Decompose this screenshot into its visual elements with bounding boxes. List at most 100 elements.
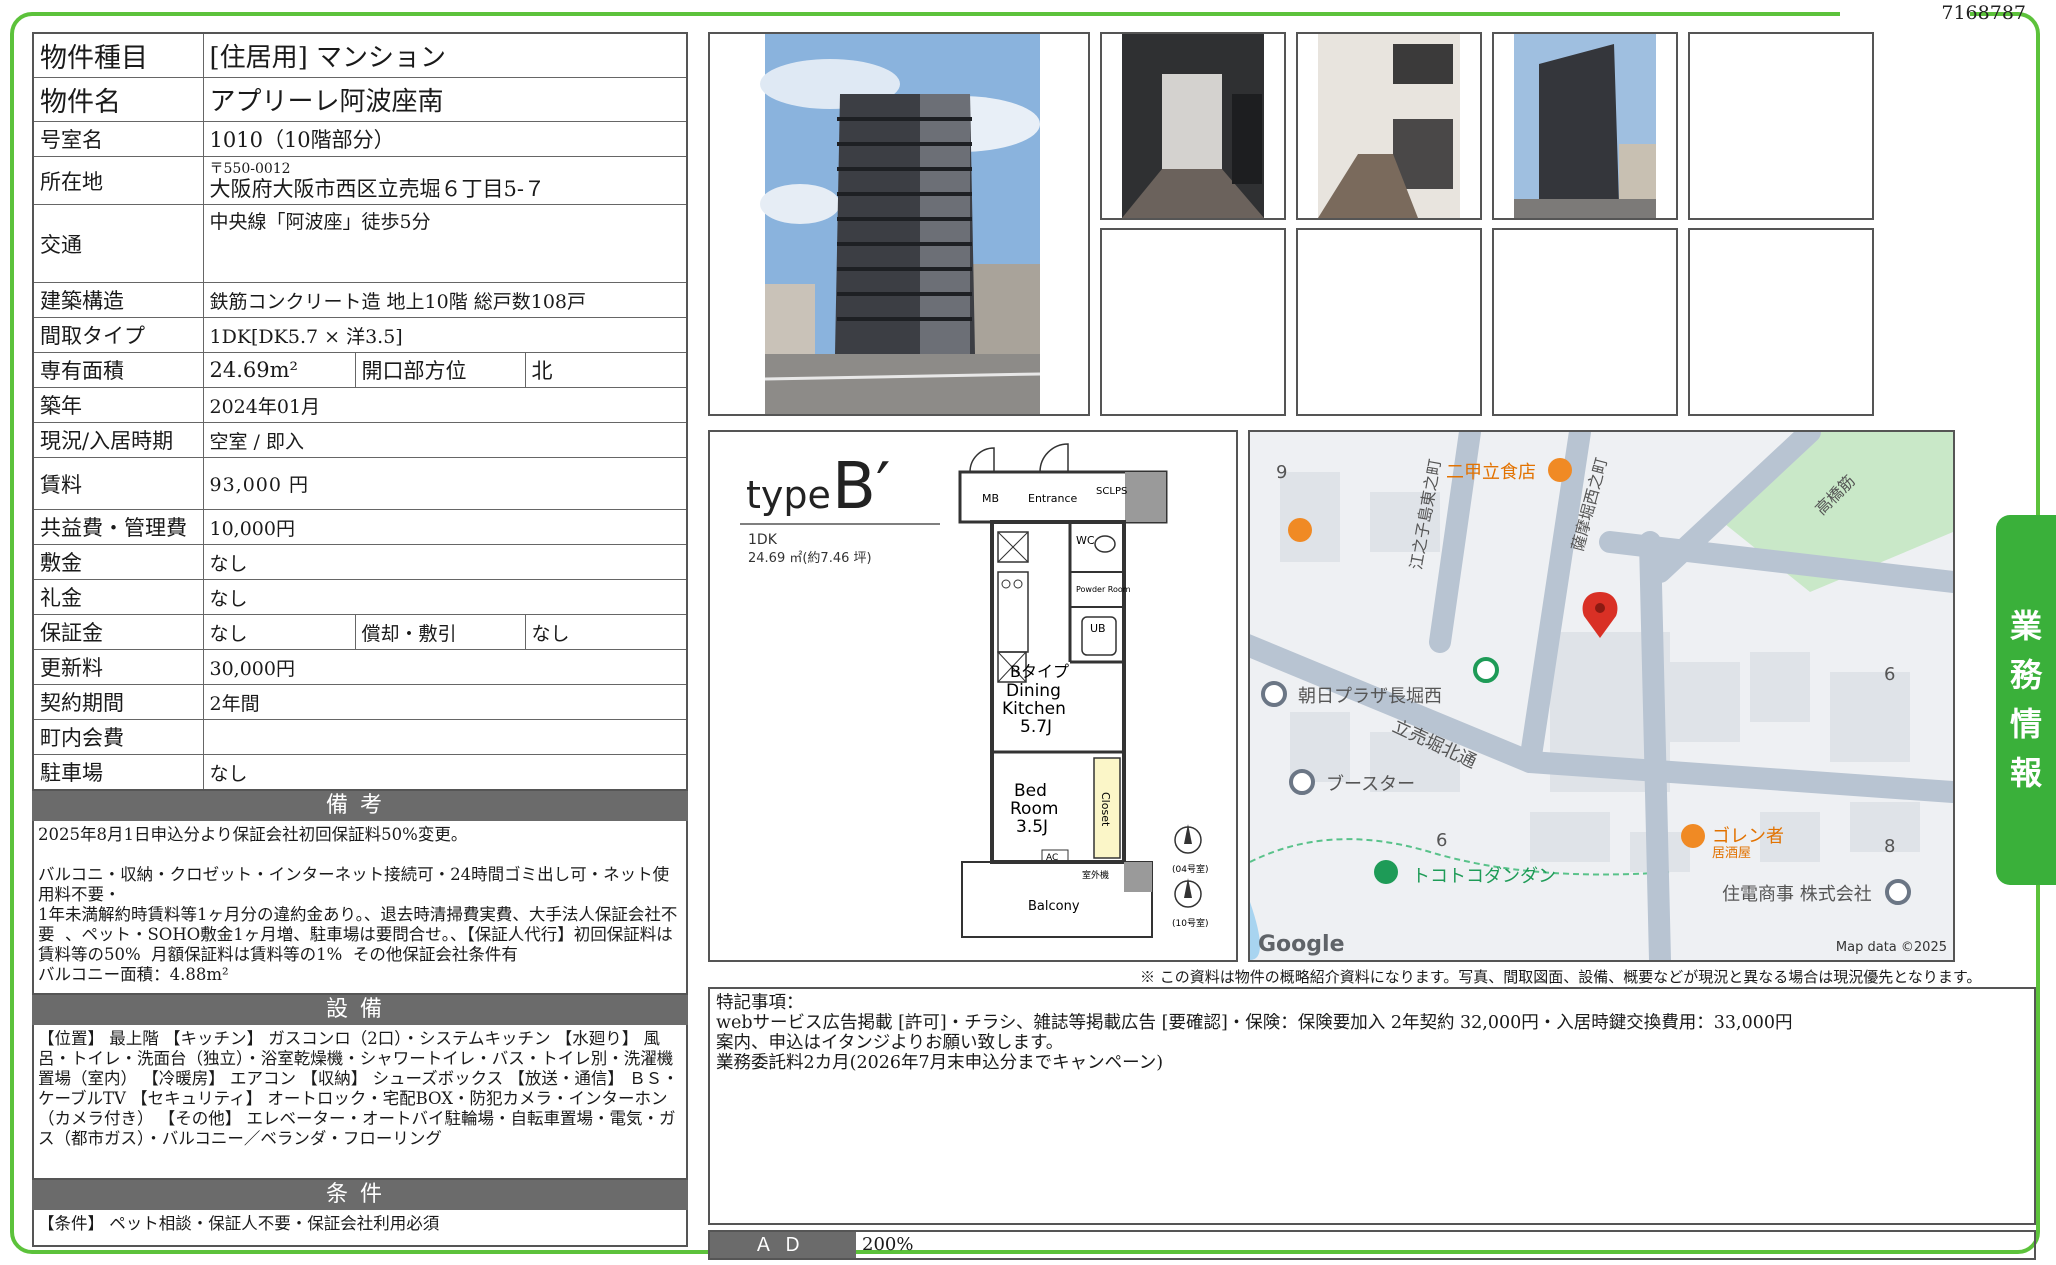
parking-label: 駐車場 [32,754,204,791]
key-money-value: なし [202,579,688,615]
exterior-photo-2[interactable] [1492,32,1678,220]
status-label: 現況/入居時期 [32,422,204,458]
room-value: 1010（10階部分） [202,121,688,157]
floorplan-type-word: type [746,473,831,517]
floor-plan[interactable]: type B′ 1DK 24.69 ㎡(約7.46 坪) MB Entrance… [708,430,1238,962]
document-id: 7168787 [1941,2,2026,24]
floorplan-layout: 1DK [748,532,778,548]
sdl-label: SCL [1096,486,1115,497]
booster-poi-icon[interactable] [1289,769,1315,795]
map-label-izakaya-sub: 居酒屋 [1712,846,1752,861]
direction-label: 開口部方位 [354,352,526,388]
built-value: 2024年01月 [202,387,688,423]
plaza-poi-icon[interactable] [1261,681,1287,707]
map-block-6b: 6 [1436,830,1448,851]
floorplan-area: 24.69 ㎡(約7.46 坪) [748,551,872,566]
equipment-heading: 設備 [32,995,688,1025]
entrance-label: Entrance [1028,492,1078,505]
dk-type-label: Bタイプ [1010,662,1069,681]
rent-label: 賃料 [32,457,204,510]
map-block-6a: 6 [1884,664,1896,685]
tab-char-1: 業 [2009,607,2042,645]
map-label-booster: ブースター [1326,774,1416,795]
rent-value: 93,000 円 [202,457,688,510]
remarks-body: 2025年8月1日申込分より保証会社初回保証料50%変更。 バルコニ・収納・クロ… [32,821,688,995]
food-poi-icon-left[interactable] [1288,518,1312,542]
balcony-label: Balcony [1028,899,1080,914]
photo-slot-empty-5 [1688,228,1874,416]
dk-name-1: Dining [1006,681,1061,701]
map-label-park: トコトコダンダン [1412,866,1556,887]
transport-label: 交通 [32,204,204,283]
park-poi-icon[interactable] [1374,860,1398,884]
interior-room-image [1122,34,1264,218]
dk-name-2: Kitchen [1002,699,1066,719]
company-poi-icon[interactable] [1885,879,1911,905]
ad-row: ＡＤ 200% [708,1230,2036,1260]
business-info-tab[interactable]: 業 務 情 報 [1996,515,2056,885]
transit-poi-icon[interactable] [1473,657,1499,683]
amort-label: 償却・敷引 [354,614,526,650]
area-value: 24.69m² [202,352,356,388]
interior-photo-1[interactable] [1100,32,1286,220]
location-map[interactable]: 二甲立食店 朝日プラザ長堀西 立売堀北通 ブースター トコトコダンダン ゴレン者… [1248,430,1955,962]
address-cell: 〒550-0012 大阪府大阪市西区立売堀６丁目5-７ [202,156,688,205]
map-block-9: 9 [1276,462,1288,483]
ub-label: UB [1090,622,1106,635]
renewal-value: 30,000円 [202,649,688,685]
guarantee-value: なし [202,614,356,650]
layout-value: 1DK[DK5.7 × 洋3.5] [202,317,688,353]
restaurant-poi-icon[interactable] [1548,458,1572,482]
map-label-restaurant: 二甲立食店 [1446,462,1536,483]
equipment-body: 【位置】 最上階 【キッチン】 ガスコンロ（2口）・システムキッチン 【水廻り】… [32,1025,688,1180]
photo-slot-empty-1 [1688,32,1874,220]
transport-value: 中央線「阿波座」徒歩5分 [202,204,688,283]
ad-label: ＡＤ [710,1232,856,1258]
wc-label: WC [1076,534,1095,547]
town-fee-label: 町内会費 [32,719,204,755]
parking-value: なし [202,754,688,791]
address-label: 所在地 [32,156,204,205]
postal-code: 〒550-0012 [209,160,291,177]
property-spec-panel: 物件種目 [住居用] マンション 物件名 アプリーレ阿波座南 号室名 1010（… [32,32,688,1247]
unit-note-2: (10号室) [1172,917,1208,929]
layout-label: 間取タイプ [32,317,204,353]
name-label: 物件名 [32,77,204,122]
interior-photo-2[interactable] [1296,32,1482,220]
map-block-8: 8 [1884,836,1896,857]
contract-value: 2年間 [202,684,688,720]
guarantee-label: 保証金 [32,614,204,650]
map-brand-logo: Google [1258,932,1345,957]
spec-table: 物件種目 [住居用] マンション 物件名 アプリーレ阿波座南 号室名 1010（… [32,32,688,791]
room-label: 号室名 [32,121,204,157]
mb-label: MB [982,492,999,505]
town-fee-value [202,719,688,755]
contract-label: 契約期間 [32,684,204,720]
photo-slot-empty-3 [1296,228,1482,416]
tab-char-4: 報 [2009,754,2042,792]
map-label-plaza: 朝日プラザ長堀西 [1298,686,1442,707]
type-label: 物件種目 [32,32,204,78]
type-value: [住居用] マンション [202,32,688,78]
fee-label: 共益費・管理費 [32,509,204,545]
renewal-label: 更新料 [32,649,204,685]
address-value: 大阪府大阪市西区立売堀６丁目5-７ [209,176,545,201]
direction-value: 北 [524,352,688,388]
building-exterior-photo[interactable] [708,32,1090,416]
special-notes: 特記事項： webサービス広告掲載 [許可]・チラシ、雑誌等掲載広告 [要確認]… [708,987,2036,1225]
amort-value: なし [524,614,688,650]
bed-label-1: Bed [1014,781,1047,801]
floor-plan-drawing: type B′ 1DK 24.69 ㎡(約7.46 坪) MB Entrance… [740,443,1208,938]
key-money-label: 礼金 [32,579,204,615]
outdoor-unit-label: 室外機 [1082,869,1109,881]
map-label-company: 住電商事 株式会社 [1722,884,1872,905]
fee-value: 10,000円 [202,509,688,545]
area-label: 専有面積 [32,352,204,388]
status-value: 空室 / 即入 [202,422,688,458]
bed-label-2: Room [1010,799,1058,819]
built-label: 築年 [32,387,204,423]
structure-value: 鉄筋コンクリート造 地上10階 総戸数108戸 [202,282,688,318]
powder-label: Powder Room [1076,585,1131,594]
izakaya-poi-icon[interactable] [1681,824,1705,848]
building-street-image [1514,34,1656,218]
